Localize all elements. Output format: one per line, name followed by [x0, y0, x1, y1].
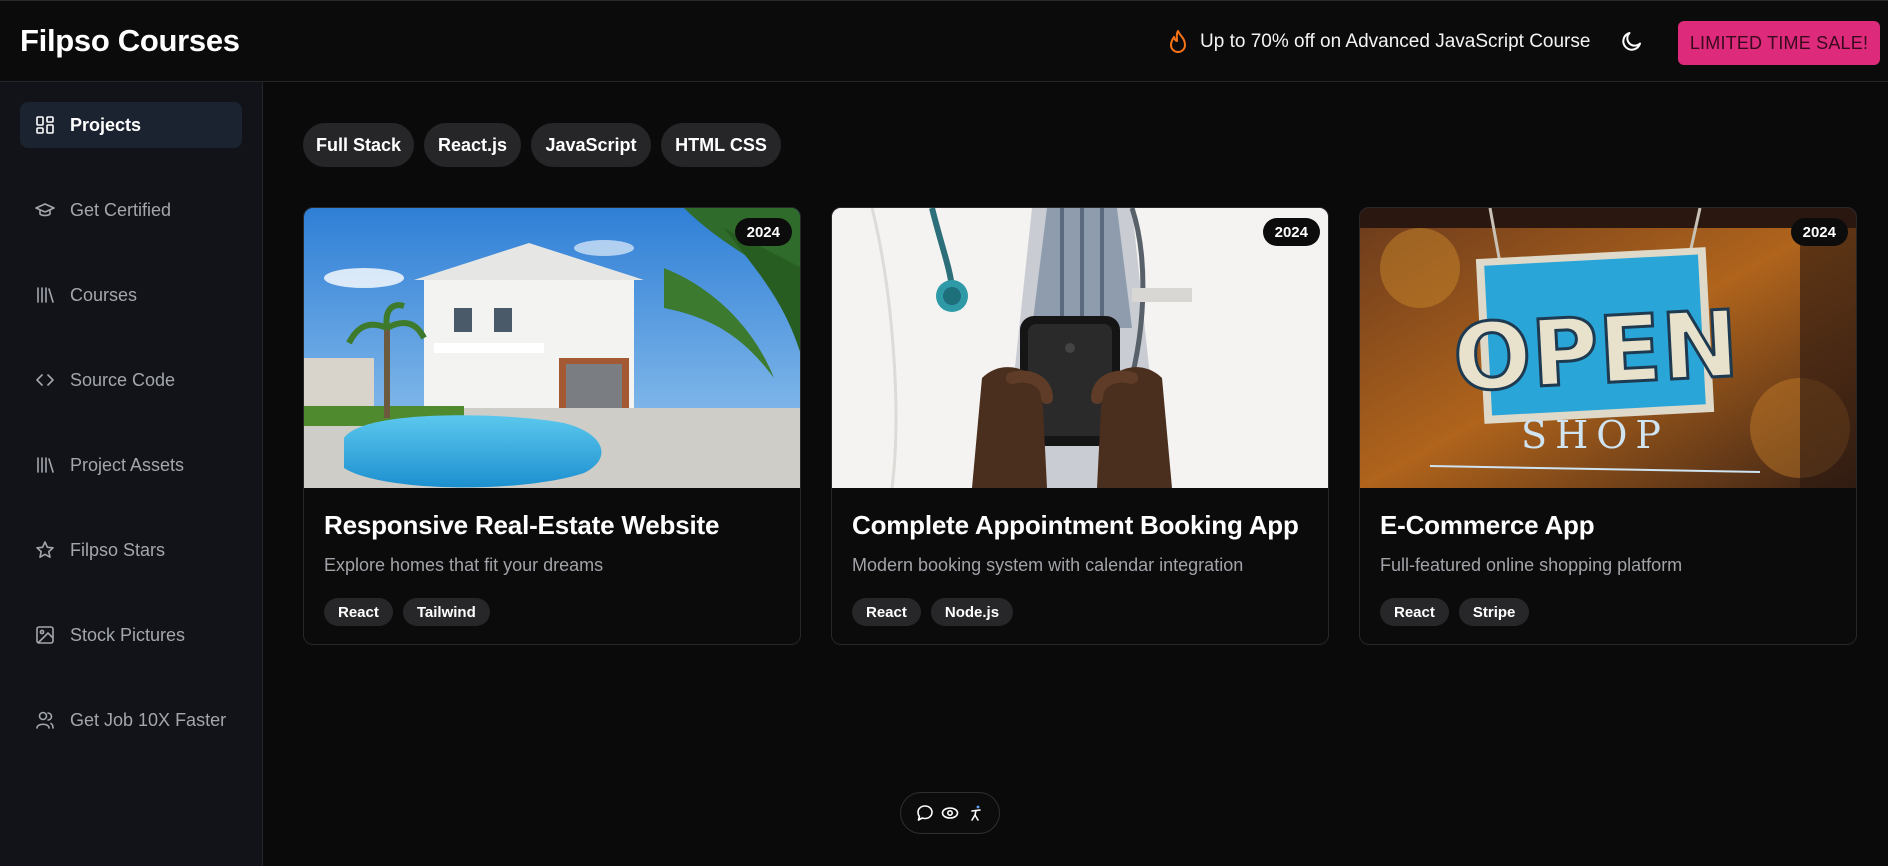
sidebar-item-projects[interactable]: Projects: [20, 102, 242, 148]
tag-badge: Stripe: [1458, 598, 1530, 626]
sidebar-item-source-code[interactable]: Source Code: [20, 357, 242, 403]
card-description: Explore homes that fit your dreams: [324, 555, 604, 575]
project-card-ecommerce[interactable]: OPEN SHOP 2024 E-Commerce App Full-featu…: [1359, 207, 1857, 645]
promo-text: Up to 70% off on Advanced JavaScript Cou…: [1200, 31, 1591, 52]
project-card-appointment-booking[interactable]: 2024 Complete Appointment Booking App Mo…: [831, 207, 1329, 645]
flame-icon: [1168, 30, 1188, 54]
doctor-holding-phone-photo: 2024: [832, 208, 1328, 488]
year-badge: 2024: [1262, 218, 1320, 246]
code-icon: [35, 370, 55, 390]
sidebar-item-courses[interactable]: Courses: [20, 272, 242, 318]
card-title: Complete Appointment Booking App: [852, 510, 1299, 540]
graduation-cap-icon: [35, 200, 55, 220]
card-description: Modern booking system with calendar inte…: [852, 555, 1244, 575]
sidebar-item-label: Get Certified: [70, 199, 172, 220]
sidebar-item-label: Get Job 10X Faster: [70, 709, 227, 730]
year-badge: 2024: [734, 218, 792, 246]
image-icon: [35, 625, 55, 645]
sidebar: Projects Get Certified Courses Source Co…: [0, 82, 263, 866]
card-tags: React Node.js: [852, 598, 1014, 626]
limited-time-sale-button[interactable]: LIMITED TIME SALE!: [1678, 21, 1880, 65]
layout-dashboard-icon: [35, 115, 55, 135]
top-header: Filpso Courses Up to 70% off on Advanced…: [0, 0, 1888, 82]
filter-chip-html-css[interactable]: HTML CSS: [661, 123, 781, 167]
card-description: Full-featured online shopping platform: [1380, 555, 1683, 575]
sidebar-item-label: Projects: [70, 114, 142, 135]
card-title: Responsive Real-Estate Website: [324, 510, 720, 540]
sidebar-item-filpso-stars[interactable]: Filpso Stars: [20, 527, 242, 573]
eye-icon[interactable]: [940, 803, 960, 823]
theme-toggle-button[interactable]: [1618, 29, 1646, 57]
brand-logo[interactable]: Filpso Courses: [20, 23, 240, 59]
sidebar-item-label: Source Code: [70, 369, 176, 390]
filter-chip-javascript[interactable]: JavaScript: [531, 123, 651, 167]
moon-icon: [1620, 29, 1644, 58]
card-title: E-Commerce App: [1380, 510, 1595, 540]
filter-chip-react[interactable]: React.js: [424, 123, 521, 167]
sidebar-item-get-certified[interactable]: Get Certified: [20, 187, 242, 233]
library-icon: [35, 455, 55, 475]
tag-badge: Tailwind: [402, 598, 490, 626]
house-with-pool-photo: 2024: [304, 208, 800, 488]
project-card-real-estate[interactable]: 2024 Responsive Real-Estate Website Expl…: [303, 207, 801, 645]
sign-word: OPEN: [1451, 291, 1742, 413]
filter-chip-full-stack[interactable]: Full Stack: [303, 123, 414, 167]
tag-badge: React: [1380, 598, 1449, 626]
tag-badge: React: [852, 598, 921, 626]
card-tags: React Tailwind: [324, 598, 490, 626]
open-shop-sign-photo: OPEN SHOP 2024: [1360, 208, 1856, 488]
tag-badge: Node.js: [930, 598, 1014, 626]
sidebar-item-label: Filpso Stars: [70, 539, 166, 560]
sidebar-item-label: Courses: [70, 284, 138, 305]
star-icon: [35, 540, 55, 560]
sidebar-item-label: Project Assets: [70, 454, 185, 475]
chat-icon[interactable]: [915, 803, 935, 823]
library-icon: [35, 285, 55, 305]
floating-toolbar: [900, 792, 1000, 834]
year-badge: 2024: [1790, 218, 1848, 246]
sidebar-item-get-job[interactable]: Get Job 10X Faster: [20, 697, 242, 743]
tag-badge: React: [324, 598, 393, 626]
card-tags: React Stripe: [1380, 598, 1530, 626]
sidebar-item-stock-pictures[interactable]: Stock Pictures: [20, 612, 242, 658]
sidebar-item-project-assets[interactable]: Project Assets: [20, 442, 242, 488]
sign-sub: SHOP: [1521, 413, 1669, 457]
sidebar-item-label: Stock Pictures: [70, 624, 186, 645]
promo-banner[interactable]: Up to 70% off on Advanced JavaScript Cou…: [1168, 30, 1590, 54]
users-icon: [35, 710, 55, 730]
accessibility-icon[interactable]: [966, 803, 986, 823]
